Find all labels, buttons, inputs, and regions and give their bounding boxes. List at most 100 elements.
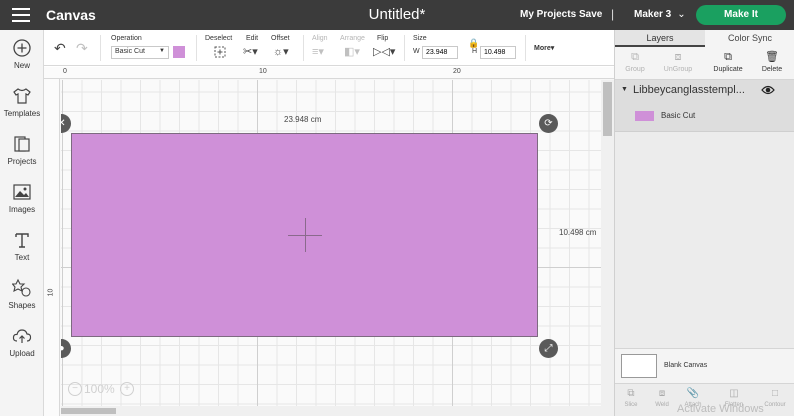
more-label: More xyxy=(534,45,551,52)
flatten-button[interactable]: ◫ Flatten xyxy=(719,387,749,408)
basic-cut-rectangle[interactable] xyxy=(71,133,538,337)
layer-group-row[interactable]: ▼ Libbeycanglasstempl... xyxy=(615,80,794,102)
attach-label: Attach xyxy=(684,402,702,408)
layer-group-name: Libbeycanglasstempl... xyxy=(633,84,745,96)
operation-color-swatch[interactable] xyxy=(173,46,185,58)
offset-icon[interactable]: ☼▾ xyxy=(273,45,289,58)
operation-select[interactable]: Basic Cut ▼ xyxy=(111,46,169,59)
ruler-label: 20 xyxy=(453,68,461,75)
contour-label: Contour xyxy=(764,402,786,408)
collapse-triangle-icon[interactable]: ▼ xyxy=(621,86,628,93)
sidebar-item-templates[interactable]: Templates xyxy=(0,86,44,118)
flip-icon[interactable]: ▷◁▾ xyxy=(373,45,395,58)
make-it-button[interactable]: Make It xyxy=(696,5,786,25)
deselect-icon[interactable] xyxy=(214,46,226,58)
scrollbar-thumb[interactable] xyxy=(61,408,116,414)
offset-label: Offset xyxy=(271,35,290,42)
flatten-label: Flatten xyxy=(724,402,744,408)
delete-button[interactable]: 🗑 Delete xyxy=(753,51,791,73)
sidebar-item-upload[interactable]: Upload xyxy=(0,326,44,358)
delete-handle[interactable]: ✕ xyxy=(61,114,71,133)
hamburger-menu-icon[interactable] xyxy=(12,8,30,22)
attach-icon: 📎 xyxy=(686,388,700,399)
deselect-label: Deselect xyxy=(205,35,233,42)
trash-icon: 🗑 xyxy=(765,51,779,63)
height-label: H xyxy=(472,48,478,55)
blank-canvas-swatch[interactable] xyxy=(621,354,657,378)
group-icon: ⧉ xyxy=(631,51,639,63)
zoom-in-icon[interactable]: + xyxy=(120,382,134,396)
horizontal-scrollbar[interactable] xyxy=(61,406,601,416)
zoom-level: 100% xyxy=(84,382,115,396)
save-button[interactable]: Save xyxy=(579,9,602,20)
undo-icon[interactable]: ↶ xyxy=(54,40,66,57)
width-label: W xyxy=(413,48,420,55)
group-label: Group xyxy=(625,66,645,73)
flip-label: Flip xyxy=(377,35,389,42)
weld-label: Weld xyxy=(655,402,669,408)
folder-icon xyxy=(14,136,30,152)
redo-icon[interactable]: ↷ xyxy=(76,40,88,57)
rotate-handle-icon[interactable]: ⟳ xyxy=(539,114,558,133)
sidebar-item-images[interactable]: Images xyxy=(0,182,44,214)
sidebar-item-label: Text xyxy=(14,253,30,262)
weld-button[interactable]: ⧈ Weld xyxy=(647,387,677,408)
size-label: Size xyxy=(413,35,427,42)
more-button[interactable]: More▾ xyxy=(534,44,554,52)
cloud-upload-icon xyxy=(12,329,32,343)
weld-icon: ⧈ xyxy=(658,388,666,399)
sidebar-item-shapes[interactable]: Shapes xyxy=(0,278,44,310)
center-crosshair xyxy=(305,218,306,252)
scrollbar-thumb[interactable] xyxy=(603,82,612,136)
attach-button[interactable]: 📎 Attach xyxy=(678,387,708,408)
slice-label: Slice xyxy=(624,402,638,408)
shapes-icon xyxy=(12,278,31,297)
image-icon xyxy=(13,184,31,200)
sidebar-item-text[interactable]: Text xyxy=(0,230,44,262)
layer-row[interactable]: Basic Cut xyxy=(615,102,794,132)
dropdown-arrow-icon: ▼ xyxy=(159,48,165,54)
sidebar-item-projects[interactable]: Projects xyxy=(0,134,44,166)
zoom-control: − 100% + xyxy=(68,379,136,399)
plus-circle-icon xyxy=(13,39,31,57)
resize-handle-icon[interactable]: ⤢ xyxy=(539,339,558,358)
align-label: Align xyxy=(312,35,328,42)
delete-label: Delete xyxy=(761,66,783,73)
zoom-out-icon[interactable]: − xyxy=(68,382,82,396)
design-canvas[interactable]: 0 10 20 10 23.948 cm 10.498 cm ✕ ⟳ ● ⤢ −… xyxy=(44,67,614,416)
toolbar-divider xyxy=(303,35,304,61)
ungroup-button[interactable]: ⧈ UnGroup xyxy=(659,51,697,73)
edit-label: Edit xyxy=(246,35,259,42)
operation-label: Operation xyxy=(111,35,142,42)
tab-color-sync[interactable]: Color Sync xyxy=(705,30,794,47)
toolbar-divider xyxy=(196,35,197,61)
contour-button[interactable]: □ Contour xyxy=(760,387,790,408)
toolbar-divider xyxy=(525,35,526,61)
flatten-icon: ◫ xyxy=(729,388,739,399)
sidebar-item-new[interactable]: New xyxy=(0,38,44,70)
machine-selector[interactable]: Maker 3 ⌄ xyxy=(634,9,686,20)
bottom-actions-bar: ⧉ Slice ⧈ Weld 📎 Attach ◫ Flatten □ Contour A… xyxy=(615,383,794,416)
lock-icon: ● xyxy=(61,339,71,358)
duplicate-icon: ⧉ xyxy=(724,51,732,63)
my-projects-link[interactable]: My Projects xyxy=(520,9,576,20)
app-title: Canvas xyxy=(46,7,96,23)
arrange-label: Arrange xyxy=(340,35,365,42)
slice-button[interactable]: ⧉ Slice xyxy=(616,387,646,408)
panel-tabs: Layers Color Sync xyxy=(615,30,794,47)
lock-handle[interactable]: ● xyxy=(61,339,71,358)
edit-scissors-icon[interactable]: ✂▾ xyxy=(243,45,258,58)
width-input[interactable] xyxy=(422,46,458,59)
left-sidebar: New Templates Projects Images Text Shape… xyxy=(0,30,44,416)
vertical-scrollbar[interactable] xyxy=(601,80,614,416)
ungroup-icon: ⧈ xyxy=(674,51,682,63)
tab-layers[interactable]: Layers xyxy=(615,30,705,47)
shirt-icon xyxy=(13,88,31,104)
align-icon[interactable]: ≡▾ xyxy=(312,45,324,58)
arrange-icon[interactable]: ◧▾ xyxy=(344,45,360,58)
eye-icon[interactable] xyxy=(761,84,775,96)
toolbar-divider xyxy=(404,35,405,61)
group-button[interactable]: ⧉ Group xyxy=(616,51,654,73)
height-input[interactable] xyxy=(480,46,516,59)
duplicate-button[interactable]: ⧉ Duplicate xyxy=(709,51,747,73)
